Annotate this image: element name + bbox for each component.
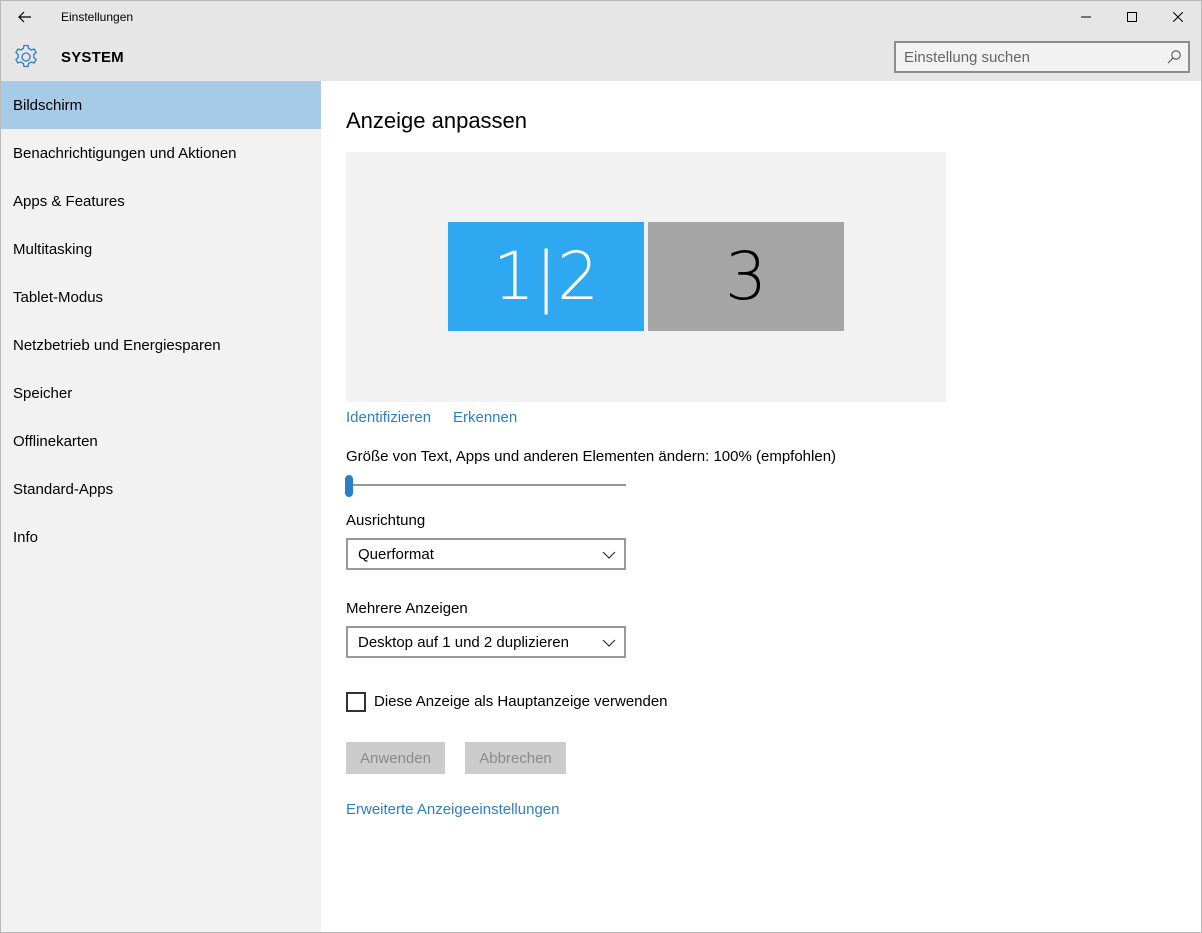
close-button[interactable]: [1155, 1, 1201, 33]
settings-header: SYSTEM: [1, 33, 1201, 81]
settings-window: Einstellungen SYSTEM Einstellung suchen …: [0, 0, 1202, 933]
minimize-button[interactable]: [1063, 1, 1109, 33]
orientation-value: Querformat: [358, 546, 434, 563]
sidebar-item-label: Apps & Features: [13, 193, 125, 210]
chevron-down-icon: [602, 639, 616, 647]
multi-display-dropdown[interactable]: Desktop auf 1 und 2 duplizieren: [346, 626, 626, 658]
multi-display-value: Desktop auf 1 und 2 duplizieren: [358, 634, 569, 651]
main-display-checkbox[interactable]: [346, 692, 366, 712]
search-icon[interactable]: [1166, 49, 1182, 65]
apply-button[interactable]: Anwenden: [346, 742, 445, 774]
sidebar-item-tablet-modus[interactable]: Tablet-Modus: [1, 273, 321, 321]
scale-label: Größe von Text, Apps und anderen Element…: [346, 448, 837, 465]
sidebar-item-label: Netzbetrieb und Energiesparen: [13, 337, 221, 354]
orientation-label: Ausrichtung: [346, 512, 426, 529]
sidebar-item-label: Offlinekarten: [13, 433, 98, 450]
sidebar-item-bildschirm[interactable]: Bildschirm: [1, 81, 321, 129]
search-box[interactable]: [894, 41, 1190, 73]
window-title: Einstellungen: [61, 10, 134, 24]
slider-track: [346, 484, 626, 486]
back-button[interactable]: [1, 1, 49, 33]
sidebar-item-label: Standard-Apps: [13, 481, 114, 498]
scale-slider[interactable]: [345, 475, 626, 497]
monitor-3[interactable]: 3: [648, 222, 844, 331]
sidebar-item-apps-features[interactable]: Apps & Features: [1, 177, 321, 225]
sidebar-item-benachrichtigungen[interactable]: Benachrichtigungen und Aktionen: [1, 129, 321, 177]
page-title: Anzeige anpassen: [346, 108, 528, 133]
advanced-display-settings-link[interactable]: Erweiterte Anzeigeeinstellungen: [346, 801, 559, 818]
sidebar-item-label: Multitasking: [13, 241, 93, 258]
multi-display-label: Mehrere Anzeigen: [346, 600, 468, 617]
sidebar: Bildschirm Benachrichtigungen und Aktion…: [1, 81, 321, 932]
sidebar-item-standard-apps[interactable]: Standard-Apps: [1, 465, 321, 513]
chevron-down-icon: [602, 551, 616, 559]
main-content: Anzeige anpassen 1|2 3 Identifizieren Er…: [321, 81, 1201, 932]
sidebar-item-speicher[interactable]: Speicher: [1, 369, 321, 417]
minimize-icon: [1081, 16, 1091, 18]
sidebar-item-label: Info: [13, 529, 39, 546]
sidebar-item-label: Tablet-Modus: [13, 289, 104, 306]
cancel-button[interactable]: Abbrechen: [465, 742, 566, 774]
display-arrangement: 1|2 3: [346, 152, 946, 402]
sidebar-item-label: Bildschirm: [13, 97, 83, 114]
sidebar-item-label: Speicher: [13, 385, 73, 402]
back-arrow-icon: [18, 11, 31, 23]
monitor-1-2[interactable]: 1|2: [448, 222, 644, 331]
gear-icon: [15, 44, 37, 68]
main-display-checkbox-label[interactable]: Diese Anzeige als Hauptanzeige verwenden: [374, 693, 668, 710]
slider-thumb[interactable]: [345, 475, 353, 497]
detect-link[interactable]: Erkennen: [453, 409, 517, 426]
maximize-icon: [1127, 12, 1137, 22]
sidebar-item-multitasking[interactable]: Multitasking: [1, 225, 321, 273]
sidebar-item-info[interactable]: Info: [1, 513, 321, 561]
orientation-dropdown[interactable]: Querformat: [346, 538, 626, 570]
sidebar-item-offlinekarten[interactable]: Offlinekarten: [1, 417, 321, 465]
section-title: SYSTEM: [61, 49, 124, 66]
maximize-button[interactable]: [1109, 1, 1155, 33]
identify-link[interactable]: Identifizieren: [346, 409, 431, 426]
title-bar: Einstellungen: [1, 1, 1201, 33]
search-input[interactable]: [904, 48, 1154, 66]
sidebar-item-label: Benachrichtigungen und Aktionen: [13, 145, 237, 162]
close-icon: [1173, 12, 1183, 22]
sidebar-item-netzbetrieb[interactable]: Netzbetrieb und Energiesparen: [1, 321, 321, 369]
